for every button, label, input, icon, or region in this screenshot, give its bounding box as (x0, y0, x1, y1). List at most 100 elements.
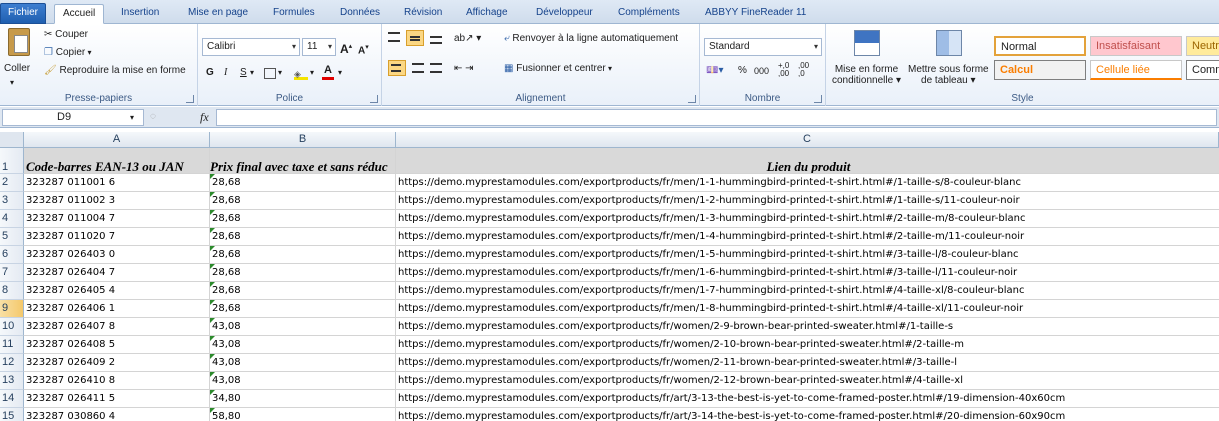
chevron-down-icon[interactable]: ▾ (338, 66, 342, 80)
cell-product-link[interactable]: https://demo.myprestamodules.com/exportp… (396, 174, 1219, 192)
fill-color-icon[interactable]: ◈ (294, 68, 308, 80)
cell-price[interactable]: 43,08 (210, 336, 396, 354)
cell-barcode[interactable]: 323287 026403 0 (24, 246, 210, 264)
cell-product-link[interactable]: https://demo.myprestamodules.com/exportp… (396, 228, 1219, 246)
conditional-format-icon[interactable] (854, 30, 880, 56)
cell-price[interactable]: 28,68 (210, 210, 396, 228)
thousands-button[interactable]: 000 (754, 64, 769, 78)
font-launcher-icon[interactable] (370, 95, 378, 103)
row-header[interactable]: 4 (0, 210, 24, 228)
grow-font-icon[interactable]: A▴ (340, 40, 352, 56)
cell-price[interactable]: 43,08 (210, 372, 396, 390)
copy-button[interactable]: ❐ Copier ▾ (44, 46, 91, 60)
cell-barcode[interactable]: 323287 011002 3 (24, 192, 210, 210)
align-left-icon[interactable] (388, 60, 406, 76)
cell-barcode[interactable]: 323287 026407 8 (24, 318, 210, 336)
row-header[interactable]: 10 (0, 318, 24, 336)
cell-price[interactable]: 28,68 (210, 228, 396, 246)
cell-product-link[interactable]: https://demo.myprestamodules.com/exportp… (396, 264, 1219, 282)
italic-button[interactable]: I (224, 66, 227, 80)
clipboard-launcher-icon[interactable] (186, 95, 194, 103)
underline-button[interactable]: S (240, 66, 247, 80)
tab-developer[interactable]: Développeur (528, 4, 601, 24)
paste-icon[interactable] (8, 28, 30, 56)
align-center-icon[interactable] (412, 63, 424, 73)
cell-barcode[interactable]: 323287 026409 2 (24, 354, 210, 372)
select-all-corner[interactable] (0, 132, 24, 148)
cell-product-link[interactable]: https://demo.myprestamodules.com/exportp… (396, 246, 1219, 264)
tab-add-ins[interactable]: Compléments (610, 4, 688, 24)
cell-price[interactable]: 28,68 (210, 246, 396, 264)
cell-barcode[interactable]: 323287 011020 7 (24, 228, 210, 246)
cell-barcode[interactable]: 323287 026408 5 (24, 336, 210, 354)
font-name-select[interactable]: Calibri ▾ (202, 38, 300, 56)
conditional-format-button[interactable]: Mise en forme conditionnelle ▾ (832, 64, 901, 86)
header-barcode[interactable]: Code-barres EAN-13 ou JAN (24, 148, 210, 174)
cell-product-link[interactable]: https://demo.myprestamodules.com/exportp… (396, 282, 1219, 300)
chevron-down-icon[interactable]: ▾ (278, 66, 282, 80)
style-linked-cell[interactable]: Cellule liée (1090, 60, 1182, 80)
header-product-link[interactable]: Lien du produit (396, 148, 1219, 174)
alignment-launcher-icon[interactable] (688, 95, 696, 103)
cell-barcode[interactable]: 323287 011001 6 (24, 174, 210, 192)
cell-price[interactable]: 28,68 (210, 282, 396, 300)
name-box[interactable]: D9 (2, 109, 144, 126)
cell-barcode[interactable]: 323287 026405 4 (24, 282, 210, 300)
row-header[interactable]: 3 (0, 192, 24, 210)
column-header-b[interactable]: B (210, 132, 396, 148)
align-top-icon[interactable] (388, 32, 400, 42)
chevron-down-icon[interactable]: ▾ (250, 66, 254, 80)
percent-button[interactable]: % (738, 64, 747, 78)
wrap-text-button[interactable]: ⤶ Renvoyer à la ligne automatiquement (504, 32, 678, 46)
cell-product-link[interactable]: https://demo.myprestamodules.com/exportp… (396, 318, 1219, 336)
row-header[interactable]: 12 (0, 354, 24, 372)
cell-price[interactable]: 34,80 (210, 390, 396, 408)
style-bad[interactable]: Insatisfaisant (1090, 36, 1182, 56)
cell-product-link[interactable]: https://demo.myprestamodules.com/exportp… (396, 408, 1219, 421)
column-header-c[interactable]: C (396, 132, 1219, 148)
bold-button[interactable]: G (206, 66, 214, 80)
cell-barcode[interactable]: 323287 011004 7 (24, 210, 210, 228)
cell-product-link[interactable]: https://demo.myprestamodules.com/exportp… (396, 354, 1219, 372)
column-header-a[interactable]: A (24, 132, 210, 148)
tab-view[interactable]: Affichage (458, 4, 516, 24)
align-middle-icon[interactable] (406, 30, 424, 46)
row-header[interactable]: 1 (0, 148, 24, 174)
insert-function-icon[interactable]: fx (200, 110, 209, 125)
font-color-icon[interactable]: A (322, 65, 334, 80)
cell-barcode[interactable]: 323287 026404 7 (24, 264, 210, 282)
increase-decimal-icon[interactable]: +,0,00 (778, 62, 789, 78)
cell-barcode[interactable]: 323287 026411 5 (24, 390, 210, 408)
row-header[interactable]: 5 (0, 228, 24, 246)
decrease-decimal-icon[interactable]: ,00,0 (798, 62, 809, 78)
cell-price[interactable]: 43,08 (210, 354, 396, 372)
row-header[interactable]: 2 (0, 174, 24, 192)
currency-icon[interactable]: 💷▾ (706, 64, 723, 78)
paste-button[interactable]: Coller (4, 62, 30, 76)
borders-icon[interactable] (264, 68, 276, 79)
format-as-table-button[interactable]: Mettre sous forme de tableau ▾ (908, 64, 989, 86)
row-header[interactable]: 6 (0, 246, 24, 264)
row-header[interactable]: 11 (0, 336, 24, 354)
formula-cancel-icon[interactable]: ◌ (150, 110, 156, 124)
number-format-select[interactable]: Standard ▾ (704, 38, 822, 56)
cell-product-link[interactable]: https://demo.myprestamodules.com/exportp… (396, 336, 1219, 354)
cell-barcode[interactable]: 323287 026410 8 (24, 372, 210, 390)
cell-barcode[interactable]: 323287 026406 1 (24, 300, 210, 318)
tab-data[interactable]: Données (332, 4, 388, 24)
chevron-down-icon[interactable]: ▾ (310, 66, 314, 80)
cell-product-link[interactable]: https://demo.myprestamodules.com/exportp… (396, 300, 1219, 318)
cell-price[interactable]: 28,68 (210, 192, 396, 210)
paste-dropdown-icon[interactable]: ▾ (10, 76, 14, 90)
number-launcher-icon[interactable] (814, 95, 822, 103)
format-as-table-icon[interactable] (936, 30, 962, 56)
cell-price[interactable]: 28,68 (210, 264, 396, 282)
tab-file[interactable]: Fichier (0, 3, 47, 24)
orientation-icon[interactable]: ab↗ ▾ (454, 32, 481, 46)
row-header[interactable]: 8 (0, 282, 24, 300)
style-neutral[interactable]: Neutr (1186, 36, 1219, 56)
cell-price[interactable]: 43,08 (210, 318, 396, 336)
row-header[interactable]: 7 (0, 264, 24, 282)
tab-page-layout[interactable]: Mise en page (180, 4, 256, 24)
cell-price[interactable]: 58,80 (210, 408, 396, 421)
